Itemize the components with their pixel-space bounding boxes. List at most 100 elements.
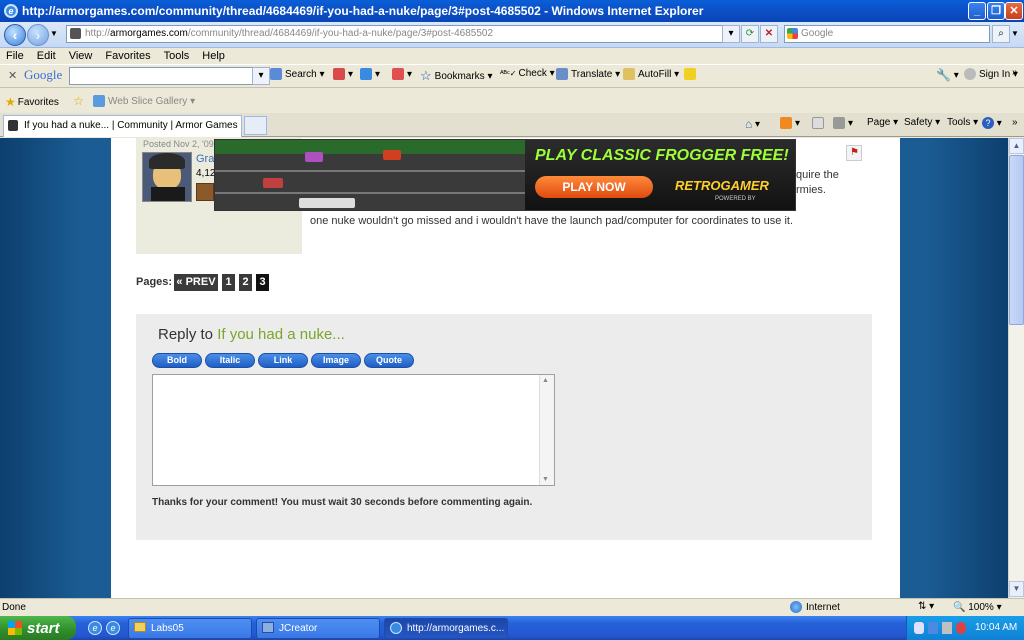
user-icon [964, 68, 976, 80]
menu-edit[interactable]: Edit [37, 50, 56, 62]
post-body: one nuke wouldn't go missed and i wouldn… [310, 215, 794, 227]
search-options-icon[interactable]: ▼ [1011, 29, 1019, 38]
textarea-scroll-down-icon[interactable]: ▼ [542, 476, 549, 483]
home-button[interactable]: ⌂ ▾ [745, 117, 760, 131]
quote-button[interactable]: Quote [364, 353, 414, 368]
taskbar-item-labs05[interactable]: Labs05 [128, 618, 252, 639]
armor-games-favicon-icon [8, 120, 18, 131]
help-button[interactable]: ? ▾ [982, 117, 1002, 129]
tab-label: If you had a nuke... | Community | Armor… [24, 120, 238, 131]
printer-icon [833, 117, 845, 129]
ad-truck-icon [299, 198, 355, 208]
autofill-icon [623, 68, 635, 80]
favorites-button[interactable]: ★ Favorites [5, 95, 59, 109]
google-search-button[interactable]: Search ▾ [270, 68, 325, 80]
reply-prefix: Reply to [158, 326, 214, 343]
start-button[interactable]: start [0, 616, 76, 640]
google-toolbar-search-input[interactable] [69, 67, 266, 85]
tab-armor-games[interactable]: If you had a nuke... | Community | Armor… [3, 115, 242, 137]
menu-favorites[interactable]: Favorites [105, 50, 150, 62]
reply-textarea[interactable] [152, 374, 555, 486]
page-menu[interactable]: Page ▾ [867, 117, 898, 128]
sign-in-button[interactable]: Sign In ▾ [964, 68, 1018, 80]
prev-page-button[interactable]: « PREV [174, 274, 218, 291]
pagerank-button[interactable]: ▾ [392, 68, 412, 80]
plus-button[interactable]: ▾ [360, 68, 380, 80]
reply-thread-title[interactable]: If you had a nuke... [217, 326, 345, 343]
refresh-icon[interactable]: ⟳ [741, 25, 759, 43]
menu-tools[interactable]: Tools [164, 50, 190, 62]
stop-icon[interactable]: ✕ [760, 25, 778, 43]
page-1-button[interactable]: 1 [222, 274, 235, 291]
scroll-down-icon[interactable]: ▼ [1009, 581, 1024, 597]
frogger-ad-banner[interactable]: PLAY CLASSIC FROGGER FREE! PLAY NOW RETR… [214, 139, 796, 211]
post-username[interactable]: Gra [196, 153, 214, 165]
favorites-star-icon: ★ [5, 95, 16, 109]
safety-menu[interactable]: Safety ▾ [904, 117, 940, 128]
command-overflow-icon[interactable]: » [1012, 117, 1018, 128]
image-button[interactable]: Image [311, 353, 361, 368]
report-flag-button[interactable]: ⚑ [846, 145, 862, 161]
web-slice-gallery-link[interactable]: Web Slice Gallery ▾ [93, 95, 195, 107]
quick-launch-ie2-icon[interactable]: e [106, 621, 120, 635]
maximize-button[interactable]: ❐ [987, 2, 1005, 20]
textarea-scroll-up-icon[interactable]: ▲ [542, 377, 549, 384]
toolbar-overflow-icon[interactable]: » [1012, 67, 1018, 78]
tray-volume-icon[interactable] [942, 622, 952, 634]
page-2-button[interactable]: 2 [239, 274, 252, 291]
translate-button[interactable]: Translate ▾ [556, 68, 620, 80]
address-bar-input[interactable]: http://armorgames.com/community/thread/4… [66, 25, 736, 43]
quick-launch-ie-icon[interactable]: e [88, 621, 102, 635]
close-button[interactable]: ✕ [1005, 2, 1023, 20]
spell-check-button[interactable]: ᴬᴮᶜ✓ Check ▾ [500, 68, 555, 79]
page-3-button[interactable]: 3 [256, 274, 269, 291]
tray-network-icon[interactable] [928, 622, 938, 634]
tray-security-icon[interactable] [956, 622, 966, 634]
textarea-scrollbar[interactable]: ▲ ▼ [539, 375, 554, 485]
search-input[interactable]: Google [784, 25, 990, 43]
menu-file[interactable]: File [6, 50, 24, 62]
window-title: http://armorgames.com/community/thread/4… [22, 4, 704, 18]
bookmarks-button[interactable]: ☆ Bookmarks ▾ [420, 68, 492, 84]
pages-label: Pages: [136, 276, 173, 288]
back-icon[interactable]: ‹ [4, 24, 26, 46]
taskbar-item-jcreator[interactable]: JCreator [256, 618, 380, 639]
address-domain: armorgames.com [110, 28, 188, 39]
menu-view[interactable]: View [69, 50, 93, 62]
read-mail-button[interactable] [812, 117, 827, 129]
google-search-dropdown-icon[interactable]: ▾ [252, 67, 270, 85]
link-button[interactable]: Link [258, 353, 308, 368]
protected-mode-icon[interactable]: ⇅ ▾ [918, 601, 934, 612]
wrench-settings-button[interactable]: 🔧 ▾ [936, 68, 959, 82]
autofill-button[interactable]: AutoFill ▾ [623, 68, 679, 80]
new-tab-button[interactable] [244, 116, 267, 135]
minimize-button[interactable]: _ [968, 2, 986, 20]
ad-play-now-button[interactable]: PLAY NOW [535, 176, 653, 198]
bold-button[interactable]: Bold [152, 353, 202, 368]
ie-logo-icon: e [4, 4, 18, 18]
print-button[interactable]: ▾ [833, 117, 853, 129]
tray-shield-icon[interactable] [914, 622, 924, 634]
menu-bar: File Edit View Favorites Tools Help [0, 48, 1024, 64]
scrollbar-thumb[interactable] [1009, 155, 1024, 325]
tools-menu[interactable]: Tools ▾ [947, 117, 978, 128]
highlighter-button[interactable] [684, 68, 699, 80]
search-go-icon[interactable]: ⌕ [992, 25, 1010, 43]
taskbar-item-browser[interactable]: http://armorgames.c... [384, 618, 508, 639]
italic-button[interactable]: Italic [205, 353, 255, 368]
ad-car-icon [263, 178, 283, 188]
badge-icon [196, 183, 214, 201]
close-toolbar-icon[interactable]: ✕ [8, 69, 17, 82]
avatar[interactable] [142, 152, 192, 202]
scroll-up-icon[interactable]: ▲ [1009, 138, 1024, 154]
address-dropdown-icon[interactable]: ▾ [722, 25, 740, 43]
star-icon: ☆ [420, 68, 432, 83]
menu-help[interactable]: Help [202, 50, 225, 62]
zoom-level[interactable]: 🔍 100% ▾ [953, 602, 1002, 613]
forward-icon[interactable]: › [27, 24, 49, 46]
add-favorite-icon[interactable]: ☆ [73, 94, 84, 108]
history-dropdown-icon[interactable]: ▼ [50, 29, 58, 38]
popup-blocker-button[interactable]: ▾ [333, 68, 353, 80]
plus-icon [360, 68, 372, 80]
feeds-button[interactable]: ▾ [780, 117, 800, 129]
